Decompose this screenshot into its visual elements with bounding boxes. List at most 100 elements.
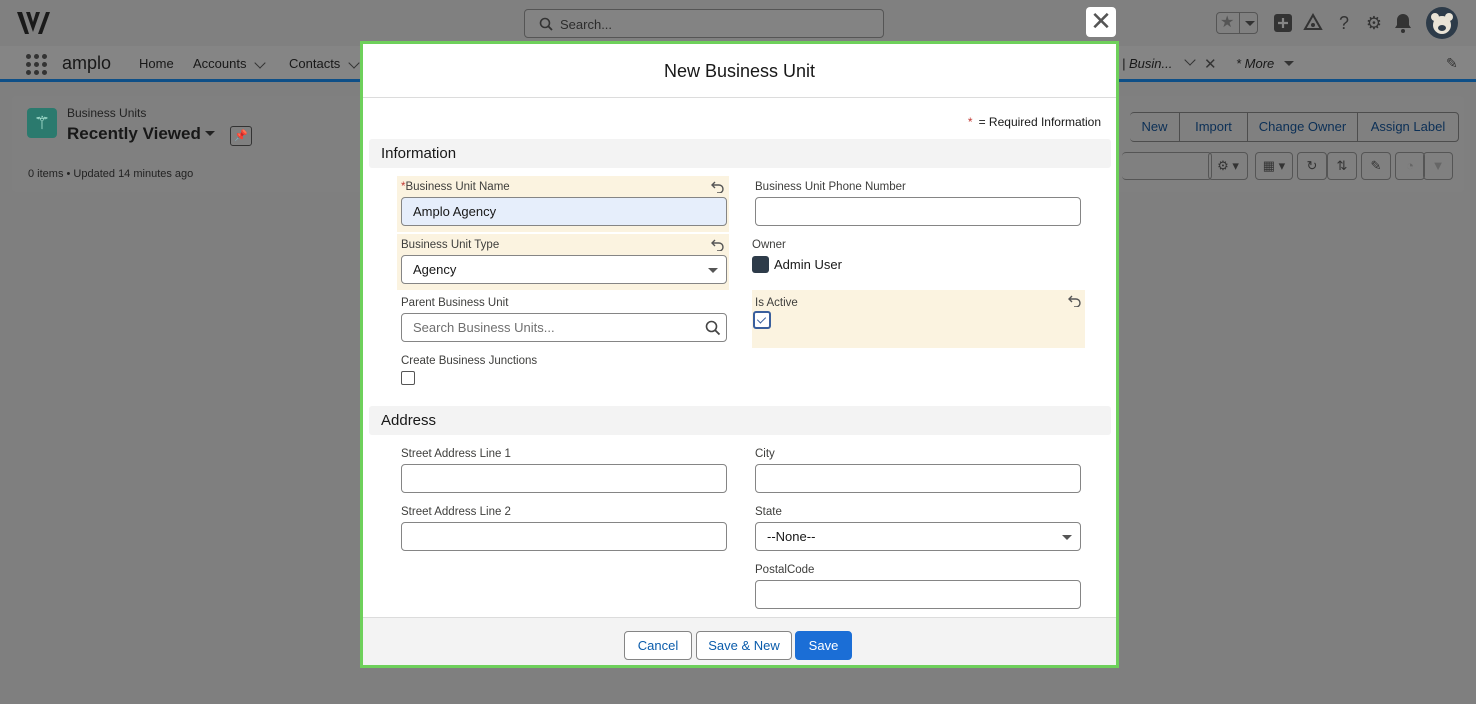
street-line-2-label: Street Address Line 2 bbox=[401, 506, 511, 518]
section-address-title: Address bbox=[381, 412, 437, 429]
street-line-2-field: Street Address Line 2 bbox=[397, 501, 729, 557]
sort-icon[interactable]: ⇅ bbox=[1327, 152, 1357, 180]
nav-tab-label: | Busin... bbox=[1122, 56, 1173, 71]
required-info-note: * = Required Information bbox=[968, 115, 1101, 129]
street-line-1-field: Street Address Line 1 bbox=[397, 443, 729, 499]
list-meta: 0 items • Updated 14 minutes ago bbox=[28, 168, 194, 180]
modal-body[interactable]: * = Required Information Information *Bus… bbox=[363, 99, 1116, 617]
nav-more[interactable]: * More bbox=[1236, 56, 1274, 71]
list-view-chevron-icon[interactable] bbox=[205, 131, 215, 141]
nav-item-contacts[interactable]: Contacts bbox=[289, 56, 340, 71]
business-unit-phone-field: Business Unit Phone Number bbox=[752, 176, 1084, 232]
section-address[interactable]: Address bbox=[369, 406, 1111, 435]
user-avatar[interactable] bbox=[1426, 7, 1458, 39]
filter-icon[interactable]: ▼ bbox=[1423, 152, 1453, 180]
business-unit-name-input[interactable]: Amplo Agency bbox=[401, 197, 727, 226]
business-unit-type-select[interactable]: Agency bbox=[401, 255, 727, 284]
undo-icon[interactable] bbox=[711, 179, 725, 193]
business-unit-type-value: Agency bbox=[413, 262, 457, 277]
edit-list-pencil-icon[interactable]: ✎ bbox=[1361, 152, 1391, 180]
trailhead-icon[interactable] bbox=[1300, 10, 1326, 36]
required-star: * bbox=[967, 115, 973, 129]
global-header: Search... ★ ? ⚙ bbox=[0, 0, 1476, 46]
undo-icon[interactable] bbox=[1068, 293, 1082, 307]
parent-business-unit-lookup[interactable]: Search Business Units... bbox=[401, 313, 727, 342]
list-view-name[interactable]: Recently Viewed bbox=[67, 124, 201, 144]
state-select[interactable]: --None-- bbox=[755, 522, 1081, 551]
favorites-menu-chevron-icon[interactable] bbox=[1239, 13, 1258, 33]
notifications-bell-icon[interactable] bbox=[1390, 10, 1416, 36]
business-unit-type-field: Business Unit Type Agency bbox=[397, 234, 729, 290]
new-button[interactable]: New bbox=[1130, 112, 1180, 142]
modal-title: New Business Unit bbox=[663, 61, 816, 81]
cancel-button[interactable]: Cancel bbox=[624, 631, 692, 660]
more-caret-icon[interactable] bbox=[1284, 61, 1294, 71]
owner-avatar-icon bbox=[752, 256, 769, 273]
change-owner-button[interactable]: Change Owner bbox=[1247, 112, 1358, 142]
modal-footer: Cancel Save & New Save bbox=[363, 617, 1116, 665]
state-value: --None-- bbox=[767, 529, 816, 544]
accounts-chevron-down-icon[interactable] bbox=[254, 57, 266, 69]
parent-business-unit-label: Parent Business Unit bbox=[401, 297, 509, 309]
add-icon[interactable] bbox=[1270, 10, 1296, 36]
nav-item-accounts[interactable]: Accounts bbox=[193, 56, 246, 71]
list-search-input[interactable] bbox=[1122, 152, 1212, 180]
list-settings-gear-icon[interactable]: ⚙ ▾ bbox=[1208, 152, 1248, 180]
street-line-1-input[interactable] bbox=[401, 464, 727, 493]
new-business-unit-modal: New Business Unit * = Required Informatio… bbox=[360, 41, 1119, 668]
undo-icon[interactable] bbox=[711, 237, 725, 251]
street-line-2-input[interactable] bbox=[401, 522, 727, 551]
business-unit-phone-label: Business Unit Phone Number bbox=[755, 181, 906, 193]
city-field: City bbox=[752, 443, 1084, 499]
display-as-table-icon[interactable]: ▦ ▾ bbox=[1255, 152, 1293, 180]
is-active-field: Is Active bbox=[752, 290, 1085, 348]
city-label: City bbox=[755, 448, 775, 460]
postal-code-field: PostalCode bbox=[752, 559, 1084, 615]
city-input[interactable] bbox=[755, 464, 1081, 493]
edit-nav-pencil-icon[interactable]: ✎ bbox=[1446, 55, 1458, 72]
select-caret-icon bbox=[708, 268, 718, 278]
select-caret-icon bbox=[1062, 535, 1072, 545]
business-unit-name-label: *Business Unit Name bbox=[401, 181, 510, 193]
assign-label-button[interactable]: Assign Label bbox=[1357, 112, 1459, 142]
org-logo-icon bbox=[17, 12, 50, 34]
section-information[interactable]: Information bbox=[369, 139, 1111, 168]
contacts-chevron-down-icon[interactable] bbox=[348, 57, 360, 69]
street-line-1-label: Street Address Line 1 bbox=[401, 448, 511, 460]
pin-icon[interactable]: 📌 bbox=[230, 126, 252, 146]
required-info-text: = Required Information bbox=[978, 115, 1101, 129]
parent-business-unit-placeholder: Search Business Units... bbox=[413, 320, 555, 335]
app-name: amplo bbox=[62, 53, 112, 73]
refresh-icon[interactable]: ↻ bbox=[1297, 152, 1327, 180]
tab-chevron-down-icon[interactable] bbox=[1184, 54, 1196, 66]
state-field: State --None-- bbox=[752, 501, 1084, 557]
is-active-checkbox[interactable] bbox=[753, 311, 771, 329]
search-icon bbox=[705, 320, 721, 336]
nav-item-home[interactable]: Home bbox=[139, 56, 174, 71]
search-icon bbox=[539, 17, 553, 31]
section-information-title: Information bbox=[381, 145, 457, 162]
business-unit-type-label: Business Unit Type bbox=[401, 239, 500, 251]
save-button[interactable]: Save bbox=[795, 631, 852, 660]
global-search-placeholder: Search... bbox=[560, 17, 613, 32]
app-launcher-icon[interactable] bbox=[26, 54, 48, 76]
modal-close-icon[interactable]: ✕ bbox=[1086, 7, 1116, 37]
owner-label: Owner bbox=[752, 239, 786, 251]
charts-icon[interactable]: ◔ bbox=[1395, 152, 1425, 180]
create-business-junctions-checkbox[interactable] bbox=[401, 371, 415, 385]
setup-gear-icon[interactable]: ⚙ bbox=[1361, 10, 1387, 36]
postal-code-input[interactable] bbox=[755, 580, 1081, 609]
business-unit-name-field: *Business Unit Name Amplo Agency bbox=[397, 176, 729, 232]
list-action-buttons: New Import Change Owner Assign Label bbox=[1130, 112, 1462, 142]
save-and-new-button[interactable]: Save & New bbox=[696, 631, 792, 660]
object-label: Business Units bbox=[67, 106, 147, 120]
favorites-star-icon: ★ bbox=[1220, 14, 1235, 31]
owner-value[interactable]: Admin User bbox=[774, 257, 842, 272]
owner-field: Owner Admin User bbox=[752, 234, 1084, 290]
business-unit-phone-input[interactable] bbox=[755, 197, 1081, 226]
tab-close-icon[interactable]: ✕ bbox=[1204, 55, 1217, 73]
favorites-button[interactable]: ★ bbox=[1216, 12, 1258, 34]
import-button[interactable]: Import bbox=[1180, 112, 1248, 142]
help-icon[interactable]: ? bbox=[1331, 10, 1357, 36]
global-search-box[interactable]: Search... bbox=[524, 9, 884, 38]
